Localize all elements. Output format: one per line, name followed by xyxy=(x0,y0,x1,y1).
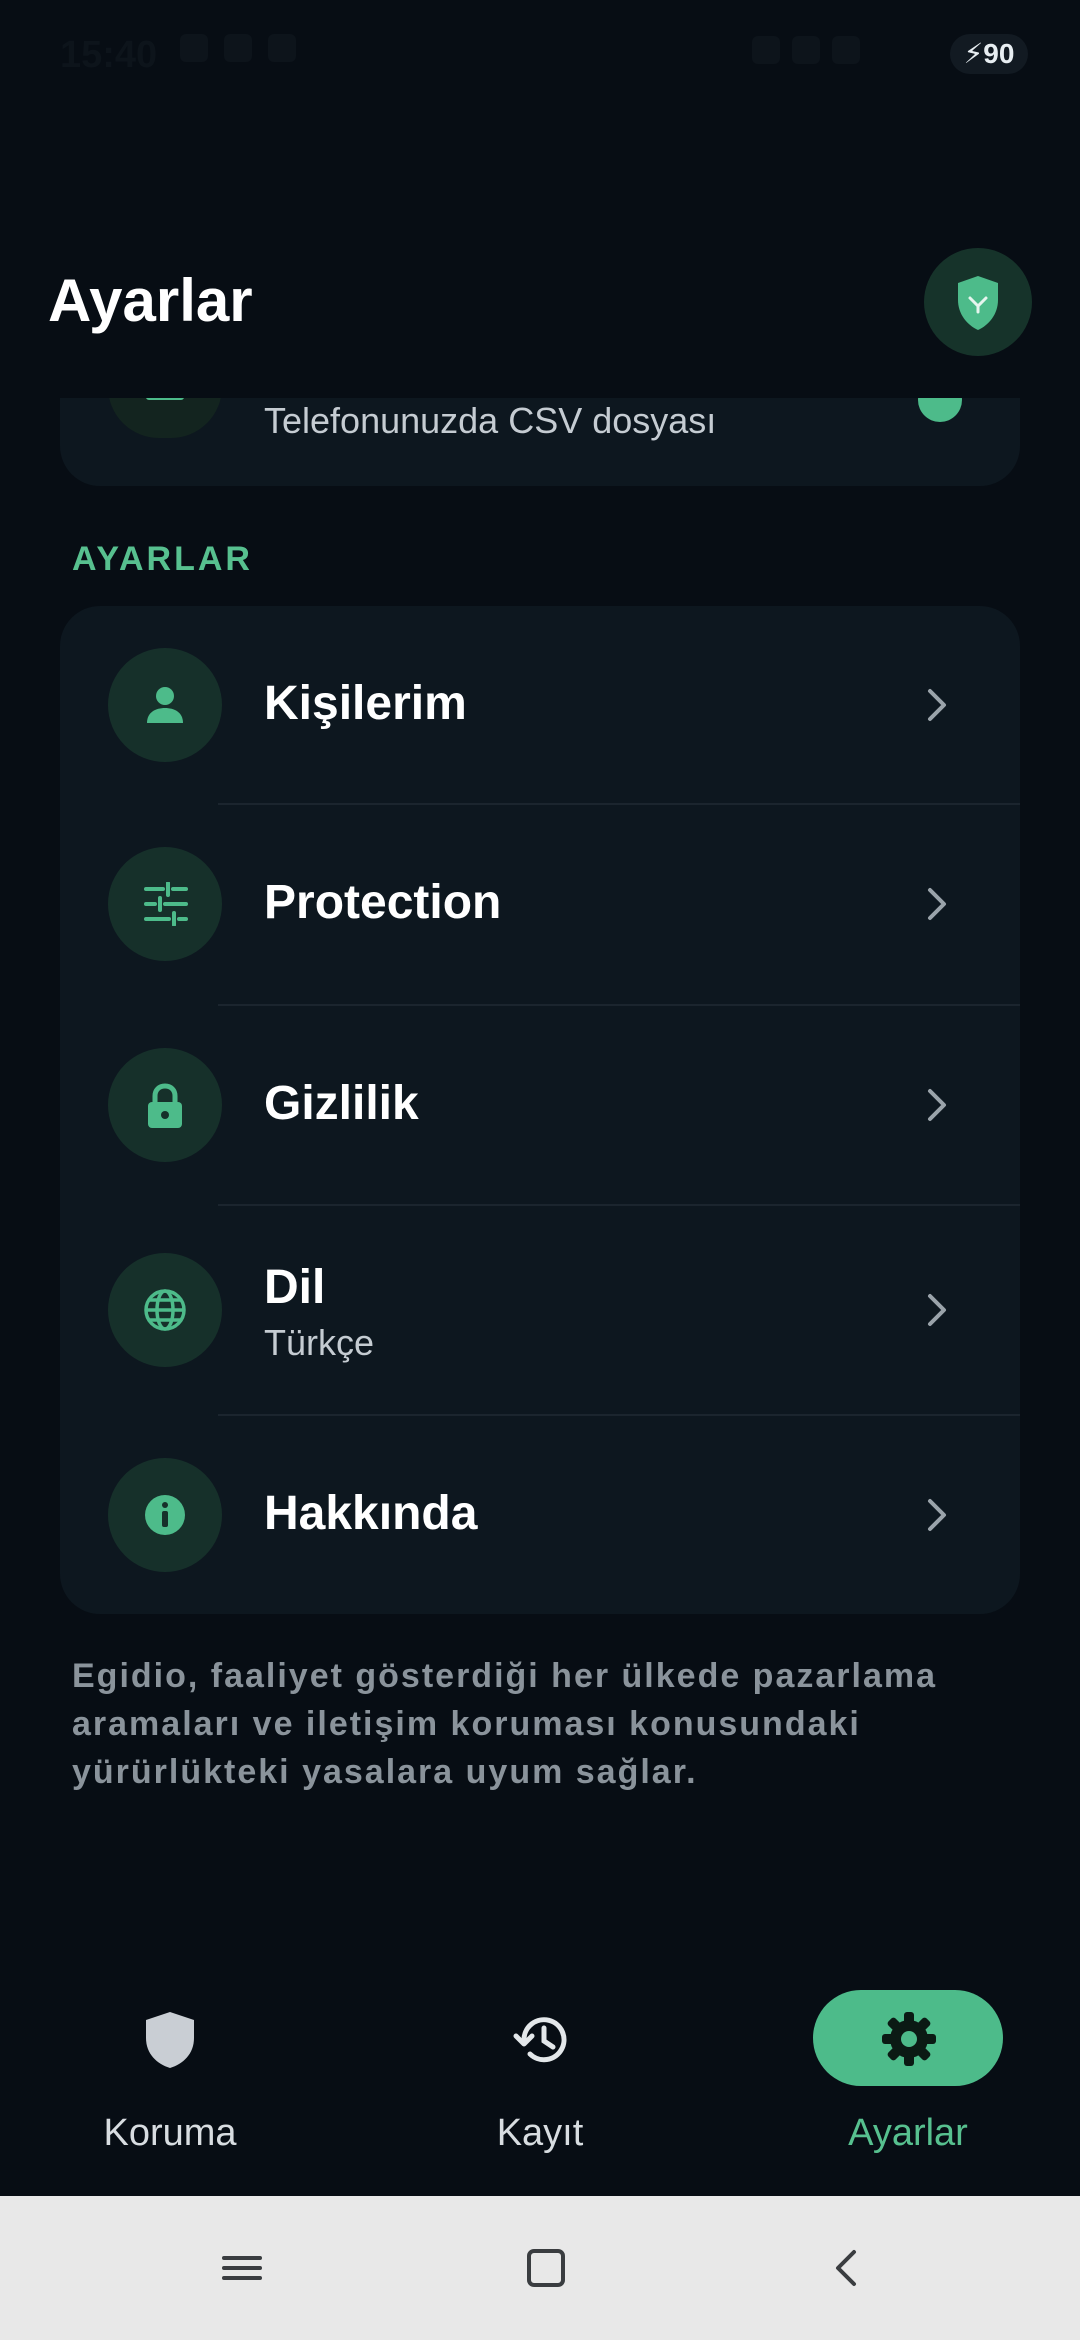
globe-icon xyxy=(144,1289,186,1331)
bottom-navigation: Koruma Kayıt Ayarlar xyxy=(0,1960,1080,2194)
status-bar: 15:40 ⚡90 xyxy=(0,0,1080,110)
settings-item-label: Dil xyxy=(264,1261,326,1314)
status-time: 15:40 xyxy=(60,34,158,76)
sliders-icon-circle xyxy=(108,847,222,961)
history-icon xyxy=(513,2017,567,2063)
chevron-right-icon xyxy=(928,888,946,920)
export-card-subtitle: Telefonunuzda CSV dosyası xyxy=(264,400,717,441)
gear-icon xyxy=(882,2012,936,2066)
settings-item-label: Hakkında xyxy=(264,1487,478,1540)
export-action-icon xyxy=(918,398,962,422)
export-card[interactable]: Telefonunuzda CSV dosyası xyxy=(60,398,1020,486)
lock-icon-circle xyxy=(108,1048,222,1162)
settings-item-label: Kişilerim xyxy=(264,677,467,730)
settings-item-sublabel: Türkçe xyxy=(264,1322,375,1363)
home-icon[interactable] xyxy=(524,2246,568,2290)
system-navigation-bar xyxy=(0,2196,1080,2340)
back-icon[interactable] xyxy=(826,2246,870,2290)
person-icon-circle xyxy=(108,648,222,762)
section-label-settings: AYARLAR xyxy=(72,540,253,578)
compliance-note: Egidio, faaliyet gösterdiği her ülkede p… xyxy=(72,1657,938,1791)
chevron-right-icon xyxy=(928,1294,946,1326)
nav-icon-wrapper-active xyxy=(813,1990,1003,2086)
chevron-right-icon xyxy=(928,1499,946,1531)
chevron-right-icon xyxy=(928,1089,946,1121)
settings-item-label: Gizlilik xyxy=(264,1077,419,1130)
nav-icon-wrapper xyxy=(75,1990,265,2086)
export-icon xyxy=(108,398,222,438)
lock-icon xyxy=(148,1083,182,1128)
profile-shield-button[interactable] xyxy=(924,248,1032,356)
battery-indicator: ⚡90 xyxy=(950,34,1028,74)
info-icon-circle xyxy=(108,1458,222,1572)
page-title: Ayarlar xyxy=(48,267,253,334)
info-icon xyxy=(145,1495,185,1535)
settings-item-about[interactable]: Hakkında xyxy=(60,1416,1020,1614)
nav-item-protection[interactable]: Koruma xyxy=(60,1990,280,2160)
settings-item-protection[interactable]: Protection xyxy=(60,805,1020,1003)
battery-level: 90 xyxy=(983,38,1015,69)
nav-label: Koruma xyxy=(103,2112,237,2154)
shield-icon xyxy=(958,276,998,330)
settings-item-privacy[interactable]: Gizlilik xyxy=(60,1006,1020,1204)
settings-card: Kişilerim Protection Gizlilik Dil Türkçe… xyxy=(60,606,1020,1614)
person-icon xyxy=(147,687,183,723)
nav-item-history[interactable]: Kayıt xyxy=(430,1990,650,2160)
chevron-right-icon xyxy=(928,689,946,721)
recent-apps-icon[interactable] xyxy=(220,2246,264,2290)
sliders-icon xyxy=(144,882,188,926)
nav-label: Kayıt xyxy=(496,2112,584,2154)
globe-icon-circle xyxy=(108,1253,222,1367)
settings-item-label: Protection xyxy=(264,876,502,929)
nav-icon-wrapper xyxy=(445,1990,635,2086)
status-notification-icons xyxy=(180,34,350,74)
shield-icon xyxy=(146,2012,194,2068)
settings-item-contacts[interactable]: Kişilerim xyxy=(60,606,1020,804)
nav-label: Ayarlar xyxy=(848,2112,968,2154)
status-signal-icons xyxy=(740,36,880,76)
nav-item-settings[interactable]: Ayarlar xyxy=(798,1990,1018,2160)
settings-item-language[interactable]: Dil Türkçe xyxy=(60,1206,1020,1414)
